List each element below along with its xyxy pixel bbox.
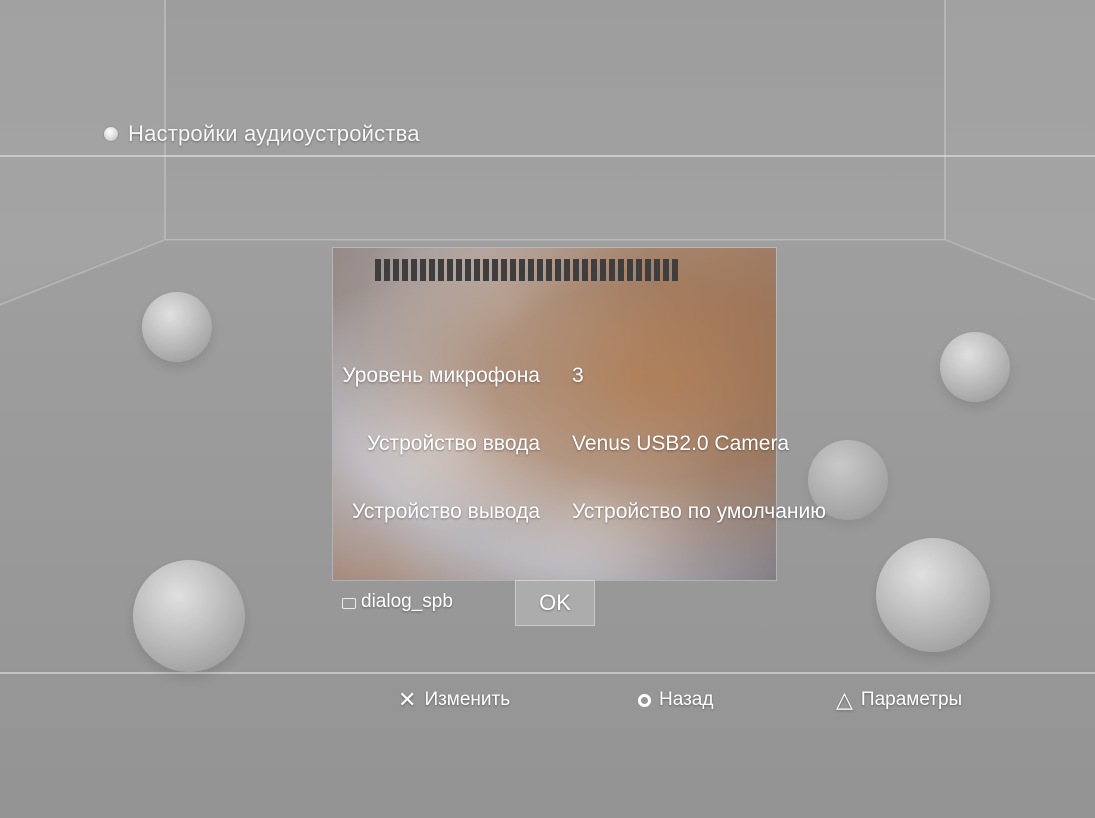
change-action[interactable]: ✕ Изменить [398, 686, 510, 714]
meter-segment [438, 259, 444, 281]
setting-label-output-device[interactable]: Устройство вывода [352, 500, 540, 524]
page-header: Настройки аудиоустройства [104, 118, 420, 150]
meter-segment [420, 259, 426, 281]
dialog-icon [342, 598, 356, 609]
meter-segment [546, 259, 552, 281]
meter-segment [564, 259, 570, 281]
meter-segment [555, 259, 561, 281]
meter-segment [483, 259, 489, 281]
circle-button-icon [638, 693, 651, 707]
meter-segment [429, 259, 435, 281]
xmb-scene: Настройки аудиоустройства Уровень микроф… [0, 0, 1095, 818]
setting-value-mic-level[interactable]: 3 [572, 364, 584, 388]
meter-segment [573, 259, 579, 281]
meter-segment [456, 259, 462, 281]
triangle-button-icon: △ [836, 687, 853, 712]
meter-segment [537, 259, 543, 281]
back-action[interactable]: Назад [638, 686, 713, 714]
meter-segment [393, 259, 399, 281]
meter-segment [654, 259, 660, 281]
options-label: Параметры [860, 689, 963, 710]
meter-segment [609, 259, 615, 281]
meter-segment [492, 259, 498, 281]
meter-segment [618, 259, 624, 281]
meter-segment [510, 259, 516, 281]
camera-preview [333, 248, 776, 580]
decor-sphere [940, 332, 1010, 402]
back-label: Назад [659, 689, 714, 710]
ok-button[interactable]: OK [515, 580, 595, 626]
page-title: Настройки аудиоустройства [128, 121, 420, 146]
cross-button-icon: ✕ [398, 687, 417, 712]
meter-segment [645, 259, 651, 281]
dialog-label: dialog_spb [361, 591, 453, 612]
meter-segment [384, 259, 390, 281]
meter-segment [582, 259, 588, 281]
meter-segment [627, 259, 633, 281]
setting-label-mic-level[interactable]: Уровень микрофона [342, 364, 540, 388]
meter-segment [663, 259, 669, 281]
meter-segment [501, 259, 507, 281]
change-label: Изменить [424, 689, 511, 710]
meter-segment [411, 259, 417, 281]
meter-segment [591, 259, 597, 281]
level-meter-icon [375, 259, 735, 281]
decor-sphere [876, 538, 990, 652]
meter-segment [375, 259, 381, 281]
meter-segment [528, 259, 534, 281]
footer-divider [0, 672, 1095, 674]
meter-segment [402, 259, 408, 281]
options-action[interactable]: △ Параметры [836, 686, 962, 714]
meter-segment [636, 259, 642, 281]
meter-segment [465, 259, 471, 281]
meter-segment [672, 259, 678, 281]
setting-value-output-device[interactable]: Устройство по умолчанию [572, 500, 826, 524]
bullet-dot-icon [104, 127, 118, 141]
decor-sphere [133, 560, 245, 672]
setting-value-input-device[interactable]: Venus USB2.0 Camera [572, 432, 789, 456]
meter-segment [600, 259, 606, 281]
header-divider [0, 155, 1095, 157]
decor-sphere [142, 292, 212, 362]
setting-label-input-device[interactable]: Устройство ввода [367, 432, 540, 456]
meter-segment [519, 259, 525, 281]
meter-segment [447, 259, 453, 281]
meter-segment [474, 259, 480, 281]
